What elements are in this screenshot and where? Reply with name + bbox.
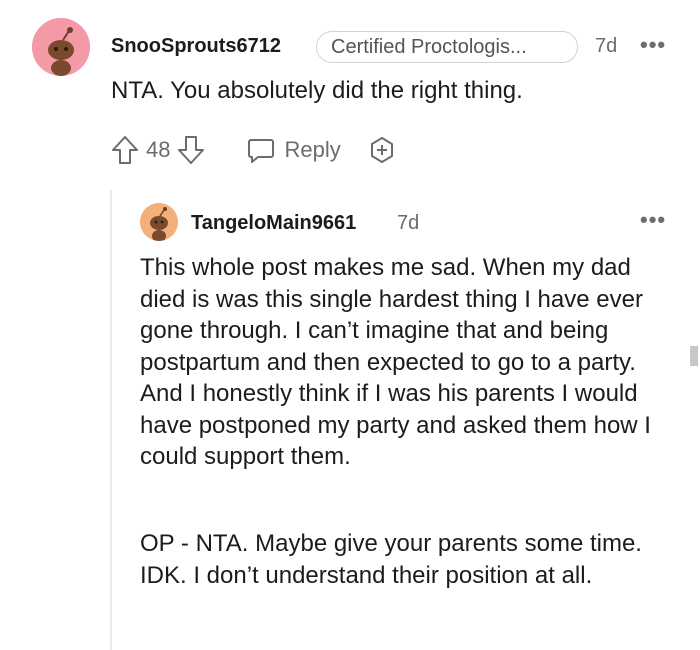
user-flair-badge: Certified Proctologis... — [316, 31, 578, 63]
reply-bubble-icon — [248, 139, 275, 163]
reply-username[interactable]: TangeloMain9661 — [191, 212, 356, 235]
downvote-icon[interactable] — [176, 134, 206, 166]
more-options-icon[interactable]: ••• — [640, 207, 666, 233]
comment-text: NTA. You absolutely did the right thing. — [111, 77, 523, 104]
reply-paragraph: This whole post makes me sad. When my da… — [140, 254, 651, 470]
snoo-avatar-icon — [140, 203, 178, 241]
reply-user-avatar[interactable] — [140, 203, 178, 241]
user-avatar[interactable] — [32, 18, 90, 76]
more-options-icon[interactable]: ••• — [640, 32, 666, 58]
reply-button[interactable]: Reply — [246, 135, 341, 165]
award-icon[interactable] — [367, 135, 397, 165]
comment-timestamp: 7d — [595, 35, 618, 57]
reply-label: Reply — [284, 137, 341, 162]
vote-count: 48 — [146, 137, 171, 162]
scrollbar-thumb[interactable] — [690, 346, 698, 366]
snoo-avatar-icon — [32, 18, 90, 76]
thread-line[interactable] — [110, 190, 112, 650]
reply-timestamp: 7d — [397, 212, 420, 234]
comment-actions: 48 Reply — [108, 132, 397, 168]
comment-username[interactable]: SnooSprouts6712 — [111, 35, 281, 58]
reply-paragraph: OP - NTA. Maybe give your parents some t… — [140, 530, 642, 589]
upvote-icon[interactable] — [110, 134, 140, 166]
